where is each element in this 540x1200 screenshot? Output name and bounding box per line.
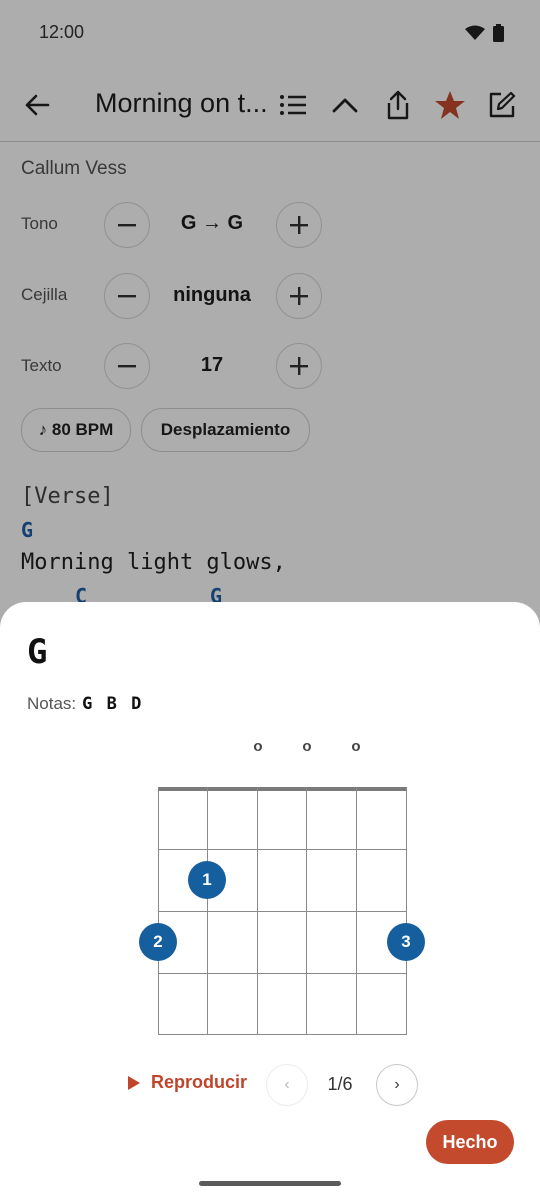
finger-dot: 3 [387, 923, 425, 961]
notes-value: G B D [82, 694, 144, 714]
finger-dot: 2 [139, 923, 177, 961]
done-button[interactable]: Hecho [426, 1120, 514, 1164]
play-icon [128, 1075, 140, 1090]
next-button[interactable]: › [376, 1064, 418, 1106]
finger-dot: 1 [188, 861, 226, 899]
previous-button[interactable]: ‹ [266, 1064, 308, 1106]
nut [158, 787, 407, 791]
fret-line [158, 973, 407, 974]
chord-name: G [27, 632, 48, 672]
play-label: Reproducir [151, 1072, 248, 1092]
notes-label: Notas: [27, 694, 77, 713]
play-button[interactable]: Reproducir [127, 1072, 247, 1093]
open-string-marker: o [302, 738, 312, 755]
chord-counter: 1/6 [327, 1074, 353, 1094]
fret-line [158, 849, 407, 850]
chord-diagram: 1 2 3 [139, 787, 425, 1035]
home-indicator[interactable] [199, 1181, 341, 1186]
fret-line [158, 1034, 407, 1035]
chord-bottom-sheet: G Notas: G B D o o o 1 2 3 Reproducir ‹ … [0, 602, 540, 1200]
fret-line [158, 911, 407, 912]
open-string-marker: o [351, 738, 361, 755]
chord-notes: Notas: G B D [27, 694, 143, 714]
open-string-marker: o [253, 738, 263, 755]
